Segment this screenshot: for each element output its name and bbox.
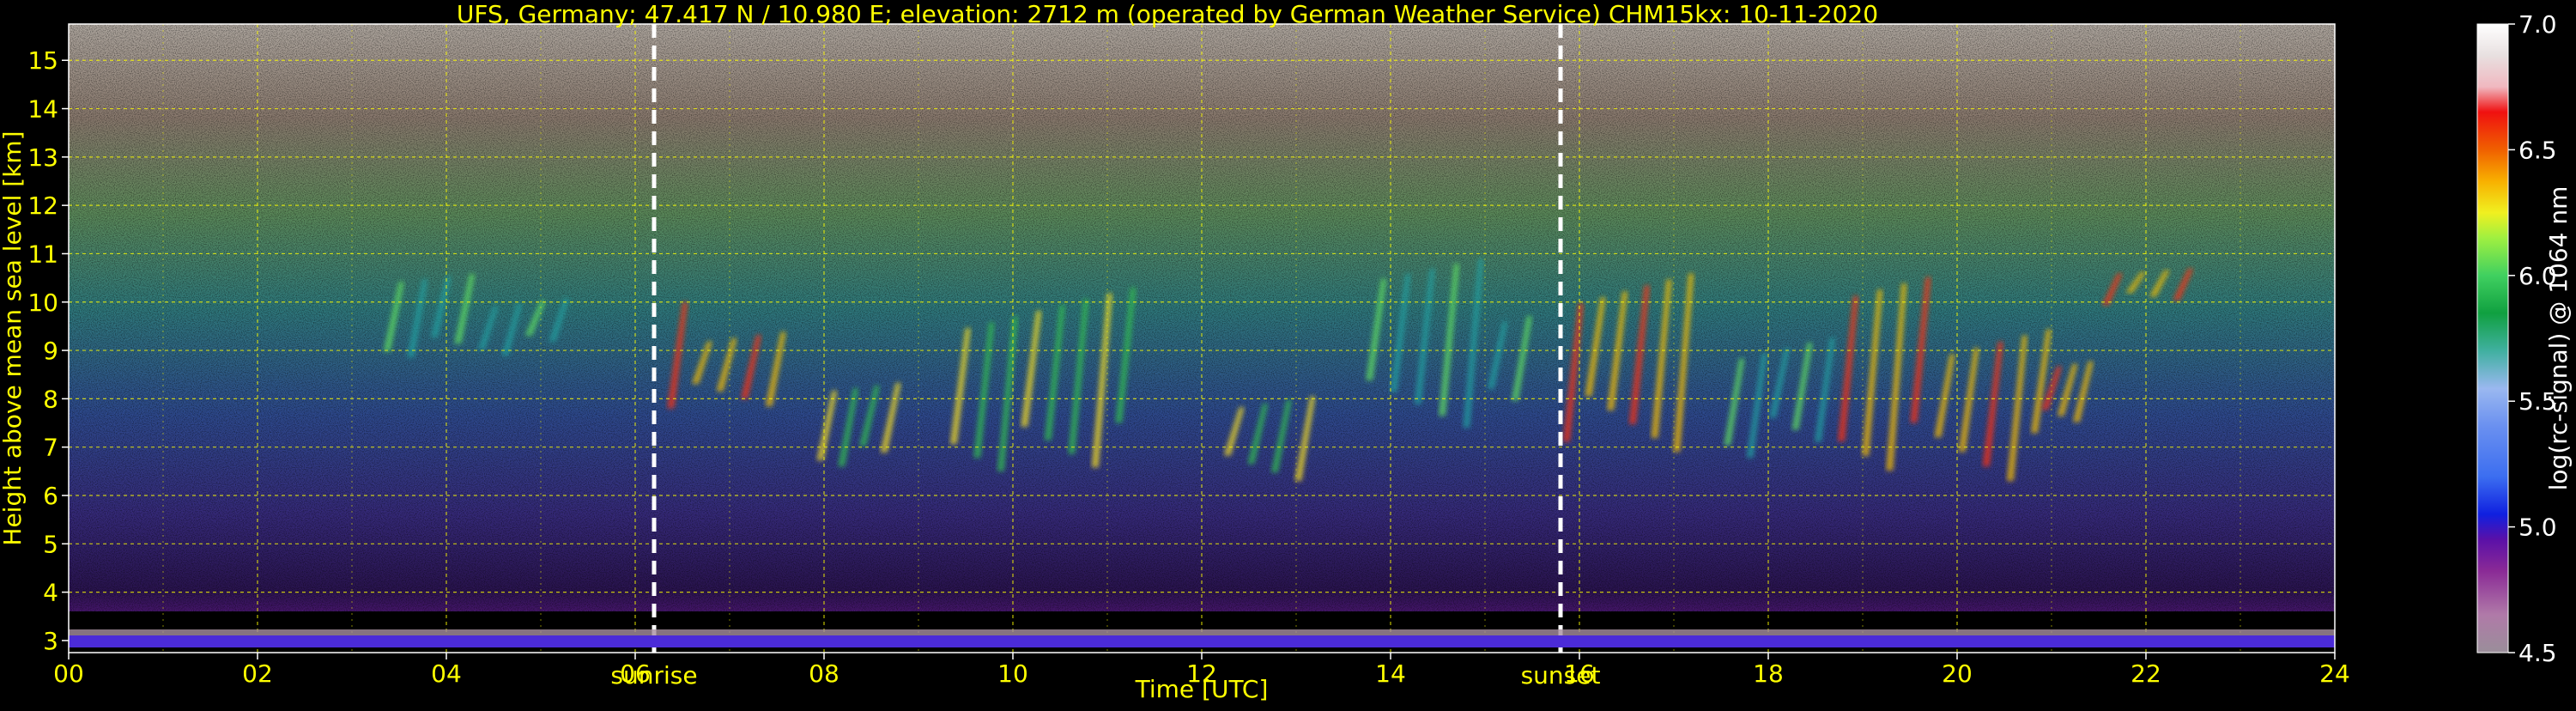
x-tick-label: 18 [1753,659,1784,688]
y-tick-label: 15 [27,46,58,75]
y-tick-label: 6 [43,482,58,510]
y-tick-label: 4 [43,579,58,607]
colorbar: 4.55.05.56.06.57.0 log(rc-signal) @ 1064… [2476,10,2573,667]
ceilometer-figure: UFS, Germany; 47.417 N / 10.980 E; eleva… [0,0,2576,708]
chart-title: UFS, Germany; 47.417 N / 10.980 E; eleva… [456,0,1879,28]
x-tick-label: 20 [1942,659,1973,688]
y-tick-label: 5 [43,530,58,558]
colorbar-tick-label: 4.5 [2518,639,2557,667]
y-tick-label: 12 [27,191,58,220]
y-tick-label: 9 [43,337,58,365]
colorbar-tick-label: 6.5 [2518,136,2557,164]
x-tick-label: 00 [53,659,84,688]
x-tick-label: 24 [2319,659,2350,688]
x-tick-label: 08 [809,659,839,688]
y-tick-label: 11 [27,240,58,268]
y-tick-label: 13 [27,143,58,172]
x-tick-label: 22 [2131,659,2161,688]
y-tick-label: 8 [43,385,58,413]
x-tick-label: 14 [1375,659,1406,688]
x-tick-label: 04 [431,659,462,688]
x-axis-label: Time [UTC] [1135,675,1269,703]
signal-noise [69,24,2335,653]
colorbar-tick-label: 7.0 [2518,10,2557,39]
marker-labels: sunrise sunset [610,661,1600,690]
plot-area [69,24,2335,653]
y-tick-label: 3 [43,627,58,655]
marker-label: sunrise [610,661,697,690]
marker-label: sunset [1521,661,1601,690]
x-tick-label: 10 [997,659,1028,688]
surface-return [69,629,2335,635]
y-axis: 3 4 5 6 7 8 9 10 11 12 13 14 15 [27,46,69,655]
chart-svg: 00 02 04 06 08 10 12 14 16 18 20 22 24 3456789101112… [0,10,2573,703]
y-axis-label: Height above mean sea level [km] [0,131,27,545]
y-tick-label: 10 [27,289,58,317]
colorbar-scale [2477,24,2508,653]
surface-band [69,635,2335,647]
x-tick-label: 02 [242,659,273,688]
colorbar-label: log(rc-signal) @ 1064 nm [2544,186,2573,491]
colorbar-tick-label: 5.0 [2518,514,2557,542]
y-tick-label: 7 [43,434,58,462]
y-tick-label: 14 [27,95,58,124]
